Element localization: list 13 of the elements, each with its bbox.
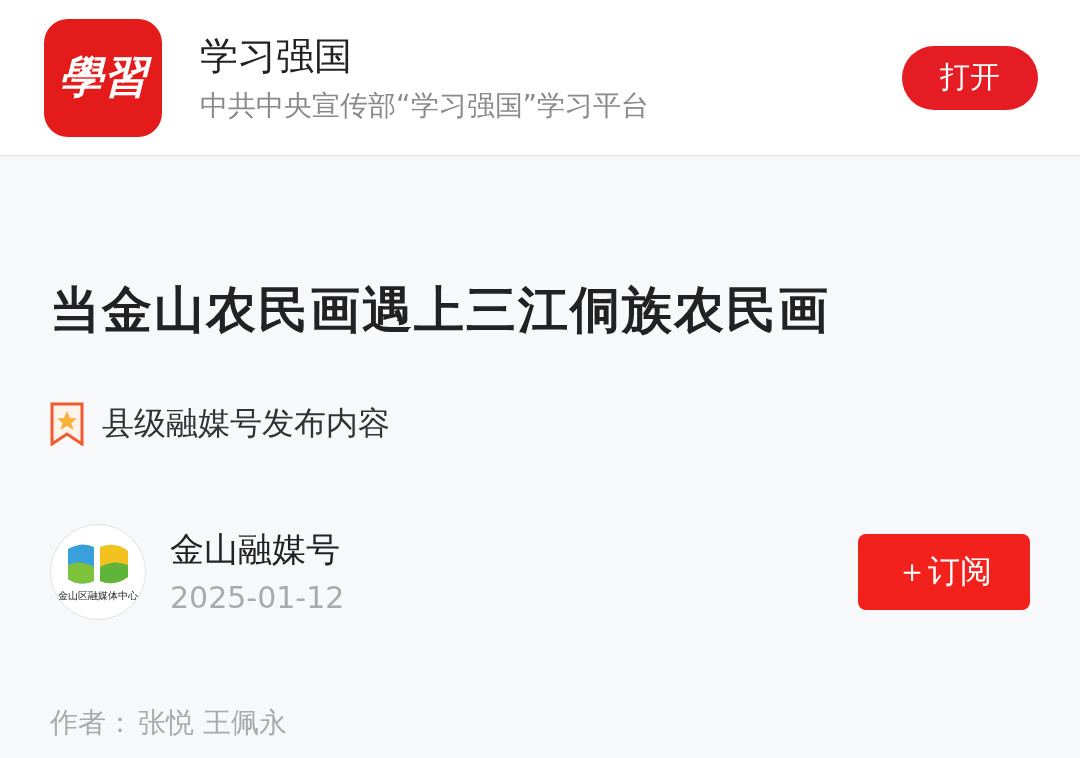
app-subtitle: 中共中央宣传部“学习强国”学习平台	[200, 87, 650, 124]
subscribe-button[interactable]: ＋订阅	[858, 534, 1030, 610]
publisher-logo: 金山区融媒体中心	[50, 524, 146, 620]
author-label: 作者：	[50, 705, 134, 741]
badge-text: 县级融媒号发布内容	[102, 403, 390, 444]
publisher-name: 金山融媒号	[170, 528, 341, 571]
open-button[interactable]: 打开	[902, 45, 1038, 110]
bookmark-star-icon	[50, 402, 84, 446]
publish-date: 2025-01-12	[170, 579, 346, 617]
article-title: 当金山农民画遇上三江侗族农民画	[50, 280, 831, 341]
author-names: 张悦 王佩永	[138, 705, 287, 741]
app-name: 学习强国	[200, 32, 353, 80]
app-icon: 學習	[44, 18, 162, 137]
